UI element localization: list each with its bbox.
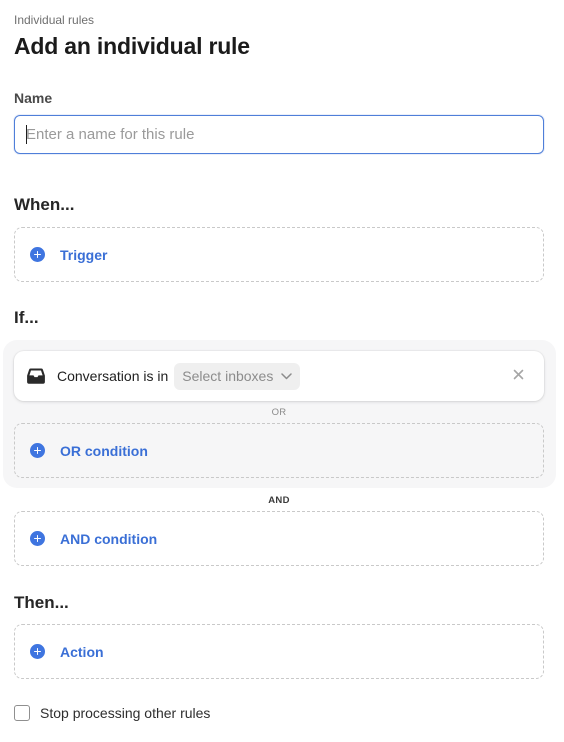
plus-circle-icon [30, 531, 45, 546]
add-action-button[interactable]: Action [14, 624, 544, 679]
select-inboxes-value: Select inboxes [182, 368, 274, 384]
rule-name-input[interactable] [14, 115, 544, 154]
plus-circle-icon [30, 644, 45, 659]
or-separator: OR [271, 407, 287, 418]
add-or-condition-button[interactable]: OR condition [14, 423, 544, 478]
plus-circle-icon [30, 247, 45, 262]
and-separator: AND [268, 495, 290, 506]
and-condition-label: AND condition [60, 530, 158, 547]
inbox-tray-icon [27, 368, 45, 384]
chevron-down-icon [281, 372, 293, 379]
page-title: Add an individual rule [14, 33, 250, 59]
or-condition-label: OR condition [60, 442, 148, 459]
add-trigger-button[interactable]: Trigger [14, 227, 544, 282]
add-action-label: Action [60, 643, 104, 660]
add-and-condition-button[interactable]: AND condition [14, 511, 544, 566]
condition-row: Conversation is in Select inboxes [14, 351, 544, 401]
stop-processing-checkbox[interactable] [14, 705, 30, 721]
plus-circle-icon [30, 443, 45, 458]
condition-text: Conversation is in [57, 368, 169, 384]
text-cursor [26, 125, 27, 144]
add-trigger-label: Trigger [60, 246, 108, 263]
breadcrumb[interactable]: Individual rules [14, 13, 94, 27]
stop-processing-option[interactable]: Stop processing other rules [14, 705, 210, 721]
close-icon[interactable] [513, 369, 524, 380]
name-label: Name [14, 90, 53, 106]
when-section-title: When... [14, 195, 75, 214]
then-section-title: Then... [14, 593, 69, 612]
select-inboxes-dropdown[interactable]: Select inboxes [174, 362, 301, 390]
stop-processing-label: Stop processing other rules [40, 705, 211, 721]
add-rule-page: Individual rules Add an individual rule … [0, 0, 564, 742]
if-section-title: If... [14, 308, 39, 327]
